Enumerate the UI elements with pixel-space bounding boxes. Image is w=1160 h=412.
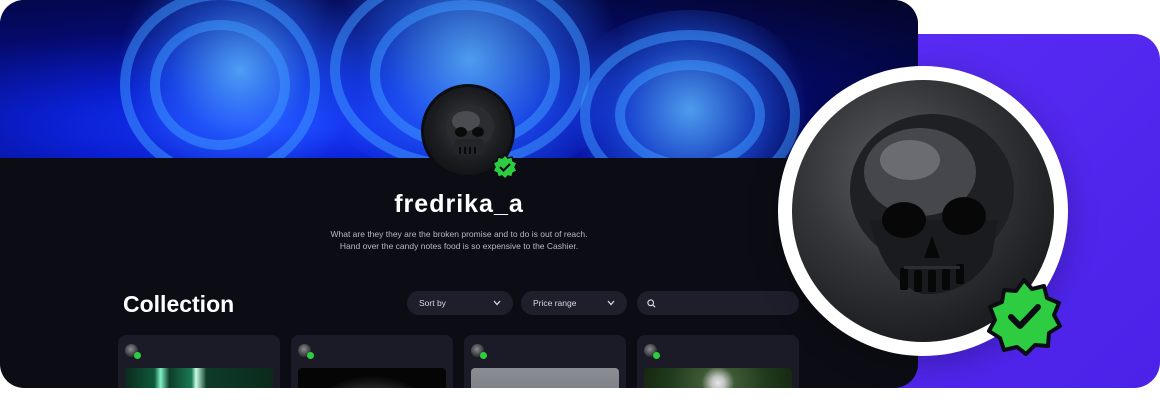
search-icon [647, 298, 656, 308]
collection-card[interactable] [118, 335, 280, 388]
card-image [125, 368, 273, 388]
search-input[interactable] [661, 298, 789, 308]
sort-by-dropdown[interactable]: Sort by [407, 291, 513, 315]
bio-line: Hand over the candy notes food is so exp… [339, 241, 579, 251]
chevron-down-icon [493, 300, 501, 306]
sort-by-label: Sort by [419, 298, 446, 308]
verified-badge-icon [653, 352, 660, 359]
card-image [298, 368, 446, 388]
price-range-label: Price range [533, 298, 577, 308]
card-image [644, 368, 792, 388]
verified-badge-icon [492, 154, 518, 180]
card-image [471, 368, 619, 388]
verified-badge-icon [987, 278, 1062, 356]
verified-badge-icon [134, 352, 141, 359]
verified-badge-icon [307, 352, 314, 359]
verified-badge-icon [480, 352, 487, 359]
price-range-dropdown[interactable]: Price range [521, 291, 627, 315]
collection-heading: Collection [123, 291, 235, 317]
collection-card[interactable] [291, 335, 453, 388]
collection-card[interactable] [464, 335, 626, 388]
search-box[interactable] [637, 291, 799, 315]
collection-card[interactable] [637, 335, 799, 388]
chevron-down-icon [607, 300, 615, 306]
